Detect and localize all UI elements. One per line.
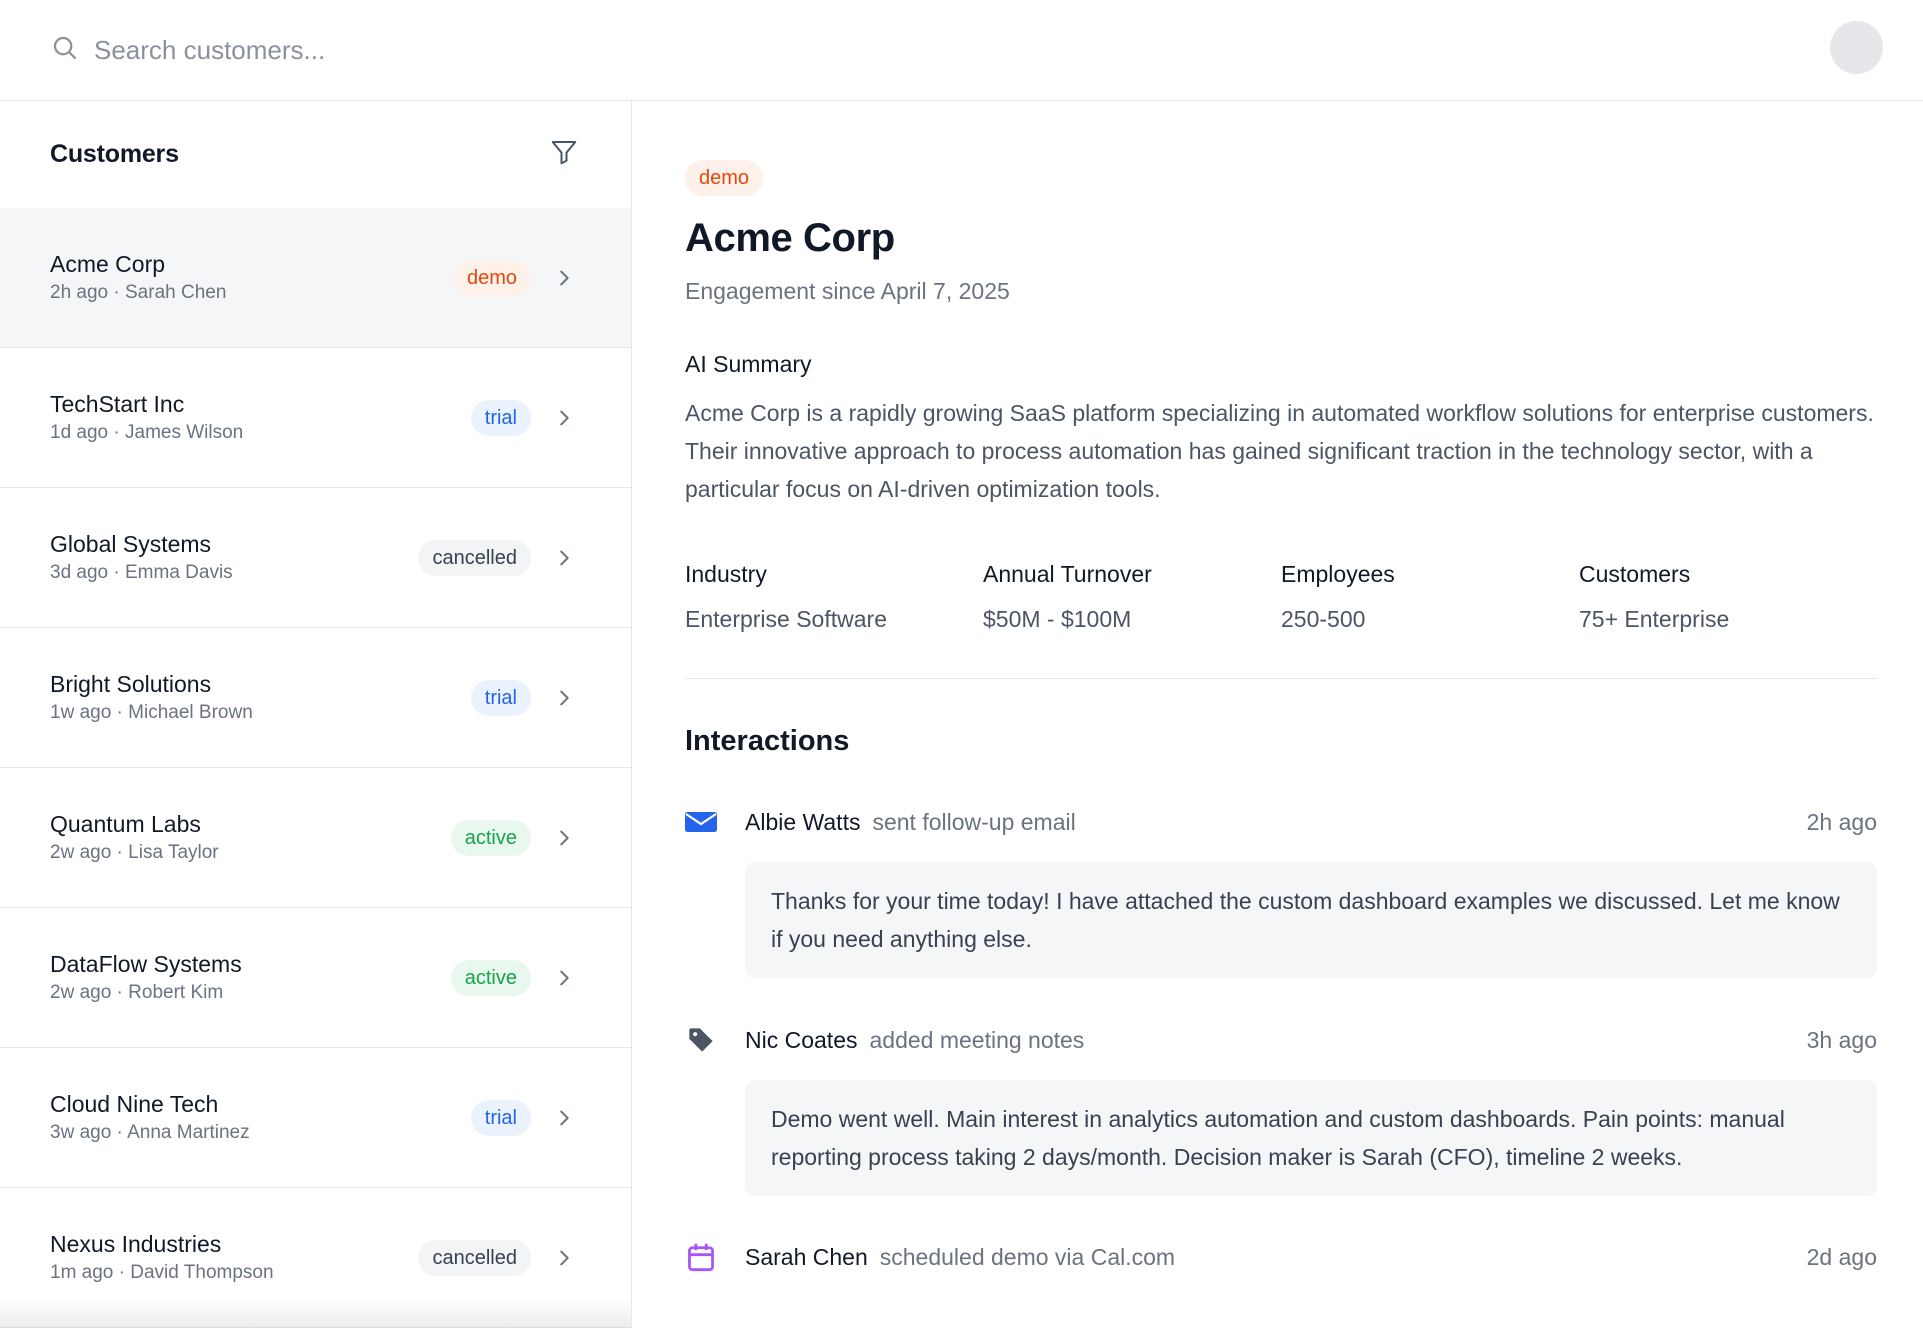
customer-meta: 3w ago · Anna Martinez bbox=[50, 1122, 250, 1143]
customer-name: TechStart Inc bbox=[50, 391, 185, 417]
customer-meta: 1d ago · James Wilson bbox=[50, 422, 244, 443]
stat-label: Industry bbox=[685, 561, 767, 587]
customer-name: Bright Solutions bbox=[50, 671, 212, 697]
divider bbox=[685, 678, 1877, 679]
stat-value: $50M - $100M bbox=[983, 606, 1132, 632]
avatar[interactable] bbox=[1830, 21, 1883, 74]
chevron-right-icon bbox=[553, 1247, 575, 1269]
status-badge: demo bbox=[452, 259, 531, 296]
page-title: Acme Corp bbox=[685, 216, 895, 260]
customer-info: DataFlow Systems 2w ago · Robert Kim bbox=[50, 949, 451, 1006]
stat-value: 75+ Enterprise bbox=[1579, 606, 1730, 632]
customer-info: Acme Corp 2h ago · Sarah Chen bbox=[50, 249, 453, 306]
customer-list-item[interactable]: DataFlow Systems 2w ago · Robert Kim activ… bbox=[0, 908, 631, 1048]
tag-icon bbox=[685, 1024, 717, 1056]
chevron-right-icon bbox=[553, 687, 575, 709]
customer-name: Global Systems bbox=[50, 531, 212, 557]
interaction-body: Demo went well. Main interest in analyti… bbox=[745, 1080, 1877, 1196]
customer-info: Bright Solutions 1w ago · Michael Brown bbox=[50, 669, 471, 726]
customer-meta: 2h ago · Sarah Chen bbox=[50, 282, 227, 303]
sidebar-title: Customers bbox=[50, 140, 179, 168]
interaction-author: Albie Watts bbox=[745, 808, 861, 835]
search-icon bbox=[50, 33, 80, 68]
customer-meta: 3d ago · Emma Davis bbox=[50, 562, 233, 583]
chevron-right-icon bbox=[553, 267, 575, 289]
interaction-action: scheduled demo via Cal.com bbox=[879, 1243, 1176, 1270]
status-badge: cancelled bbox=[418, 539, 531, 576]
status-badge: cancelled bbox=[418, 1239, 531, 1276]
chevron-right-icon bbox=[553, 1107, 575, 1129]
top-bar bbox=[0, 0, 1923, 101]
stat-value: Enterprise Software bbox=[685, 606, 887, 632]
filter-button[interactable] bbox=[549, 140, 579, 170]
customer-meta: 2w ago · Lisa Taylor bbox=[50, 842, 219, 863]
customer-sidebar: Customers Acme Corp 2h ago · Sarah Chen de… bbox=[0, 101, 632, 1328]
customer-name: DataFlow Systems bbox=[50, 951, 242, 977]
status-badge: trial bbox=[470, 399, 531, 436]
stat-label: Employees bbox=[1281, 561, 1395, 587]
engagement-date: Engagement since April 7, 2025 bbox=[685, 278, 1010, 304]
customer-list-item[interactable]: Cloud Nine Tech 3w ago · Anna Martinez tri… bbox=[0, 1048, 631, 1188]
calendar-icon bbox=[685, 1241, 717, 1273]
customer-info: TechStart Inc 1d ago · James Wilson bbox=[50, 389, 471, 446]
interaction-action: sent follow-up email bbox=[872, 808, 1076, 835]
interaction-action: added meeting notes bbox=[869, 1026, 1085, 1053]
interaction-body: Thanks for your time today! I have attac… bbox=[745, 862, 1877, 978]
chevron-right-icon bbox=[553, 407, 575, 429]
search-bar bbox=[50, 28, 694, 72]
customer-info: Global Systems 3d ago · Emma Davis bbox=[50, 529, 418, 586]
stat-customers: Customers 75+ Enterprise bbox=[1579, 561, 1877, 633]
stat-industry: Industry Enterprise Software bbox=[685, 561, 983, 633]
customer-info: Quantum Labs 2w ago · Lisa Taylor bbox=[50, 809, 451, 866]
filter-icon bbox=[549, 137, 579, 172]
interaction-item: Sarah Chen scheduled demo via Cal.com 2d… bbox=[685, 1239, 1877, 1275]
search-input[interactable] bbox=[94, 34, 694, 66]
status-badge: demo bbox=[685, 160, 764, 196]
customer-list-item[interactable]: Acme Corp 2h ago · Sarah Chen demo bbox=[0, 208, 631, 348]
customer-detail: demo Acme Corp Engagement since April 7,… bbox=[685, 101, 1877, 1328]
status-badge: active bbox=[450, 959, 531, 996]
interaction-item: Nic Coates added meeting notes 3h ago De… bbox=[685, 1022, 1877, 1196]
interaction-item: Albie Watts sent follow-up email 2h ago … bbox=[685, 804, 1877, 978]
envelope-icon bbox=[685, 806, 717, 838]
stat-employees: Employees 250-500 bbox=[1281, 561, 1579, 633]
status-badge: active bbox=[450, 819, 531, 856]
chevron-right-icon bbox=[553, 547, 575, 569]
status-badge: trial bbox=[470, 1099, 531, 1136]
customer-list-item[interactable]: TechStart Inc 1d ago · James Wilson trial bbox=[0, 348, 631, 488]
customer-list: Acme Corp 2h ago · Sarah Chen demo TechStar… bbox=[0, 208, 631, 1328]
customer-list-item[interactable]: Global Systems 3d ago · Emma Davis cancell… bbox=[0, 488, 631, 628]
customer-list-item[interactable]: Quantum Labs 2w ago · Lisa Taylor active bbox=[0, 768, 631, 908]
stat-annual-turnover: Annual Turnover $50M - $100M bbox=[983, 561, 1281, 633]
chevron-right-icon bbox=[553, 967, 575, 989]
customer-name: Quantum Labs bbox=[50, 811, 201, 837]
sidebar-header: Customers bbox=[0, 101, 631, 208]
customer-name: Cloud Nine Tech bbox=[50, 1091, 219, 1117]
customer-info: Cloud Nine Tech 3w ago · Anna Martinez bbox=[50, 1089, 471, 1146]
interaction-time: 3h ago bbox=[1806, 1026, 1877, 1053]
customer-meta: 1m ago · David Thompson bbox=[50, 1262, 274, 1283]
interaction-time: 2h ago bbox=[1806, 808, 1877, 835]
stat-value: 250-500 bbox=[1281, 606, 1366, 632]
customer-name: Nexus Industries bbox=[50, 1231, 222, 1257]
customer-list-item[interactable]: Nexus Industries 1m ago · David Thompson c… bbox=[0, 1188, 631, 1328]
status-badge: trial bbox=[470, 679, 531, 716]
stat-label: Customers bbox=[1579, 561, 1691, 587]
customer-list-item[interactable]: Bright Solutions 1w ago · Michael Brown tr… bbox=[0, 628, 631, 768]
company-stats: Industry Enterprise Software Annual Turn… bbox=[685, 561, 1877, 633]
interaction-author: Nic Coates bbox=[745, 1026, 858, 1053]
customer-name: Acme Corp bbox=[50, 251, 166, 277]
customer-meta: 1w ago · Michael Brown bbox=[50, 702, 253, 723]
stat-label: Annual Turnover bbox=[983, 561, 1152, 587]
ai-summary-text: Acme Corp is a rapidly growing SaaS plat… bbox=[685, 400, 1874, 502]
interaction-author: Sarah Chen bbox=[745, 1243, 868, 1270]
customer-info: Nexus Industries 1m ago · David Thompson bbox=[50, 1229, 418, 1286]
customer-meta: 2w ago · Robert Kim bbox=[50, 982, 224, 1003]
ai-summary-heading: AI Summary bbox=[685, 351, 812, 377]
chevron-right-icon bbox=[553, 827, 575, 849]
interaction-time: 2d ago bbox=[1806, 1243, 1877, 1270]
interactions-heading: Interactions bbox=[685, 725, 850, 757]
